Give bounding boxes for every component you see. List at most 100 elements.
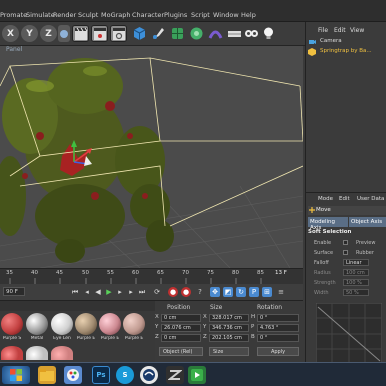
material-label: Purple S — [2, 336, 22, 341]
rotation-b-field[interactable]: 0 ° — [257, 334, 299, 342]
previous-key-button[interactable]: ◂ — [82, 287, 92, 297]
material-label: Metal — [30, 336, 44, 341]
cube-icon[interactable] — [131, 25, 148, 42]
material-swatch[interactable] — [26, 313, 48, 335]
cloner-icon[interactable] — [188, 25, 205, 42]
position-x-field[interactable]: 0 cm — [161, 314, 201, 322]
width-field[interactable]: 50 % — [343, 289, 369, 296]
timeline-menu-icon[interactable]: ≡ — [276, 287, 286, 297]
go-to-start-button[interactable]: ⏮ — [70, 287, 80, 297]
radius-field[interactable]: 100 cm — [343, 269, 369, 276]
position-z-field[interactable]: 0 cm — [161, 334, 201, 342]
current-frame-field[interactable]: 90 F — [3, 287, 25, 296]
material-swatch[interactable] — [26, 346, 48, 360]
menu-item[interactable]: Script — [191, 11, 210, 19]
menu-item[interactable]: Render — [53, 11, 76, 19]
menu-item[interactable]: Simulate — [26, 11, 55, 19]
object-row-springtrap[interactable]: Springtrap by Ba... — [308, 48, 386, 58]
pen-icon[interactable] — [150, 25, 167, 42]
attr-menu-user-data[interactable]: User Data — [357, 196, 384, 202]
play-button[interactable]: ▶ — [104, 287, 114, 297]
step-back-button[interactable]: ◀ — [93, 287, 103, 297]
menu-item[interactable]: Plugins — [164, 11, 187, 19]
clapboard-edit-icon[interactable] — [91, 25, 108, 42]
zbrush-icon[interactable] — [166, 366, 184, 384]
position-y-field[interactable]: 26.076 cm — [161, 324, 201, 332]
light-icon[interactable] — [260, 25, 277, 42]
move-tool-header: Move — [308, 206, 386, 215]
tab-object-axis[interactable]: Object Axis — [349, 217, 386, 227]
position-key-icon[interactable]: ✥ — [210, 287, 220, 297]
menu-item[interactable]: Promate — [0, 11, 27, 19]
deformer-icon[interactable] — [207, 25, 224, 42]
file-explorer-icon[interactable] — [38, 366, 56, 384]
material-swatch[interactable] — [1, 313, 23, 335]
key-selection-icon[interactable]: ? — [195, 287, 205, 297]
rotation-key-icon[interactable]: ↻ — [236, 287, 246, 297]
rotation-p-field[interactable]: 4.763 ° — [257, 324, 299, 332]
coordinate-mode-dropdown[interactable]: Object (Rel) — [159, 347, 203, 356]
material-manager: Purple S Metal Eye Len Purple E Purple E… — [0, 300, 155, 362]
scale-key-icon[interactable]: ◩ — [223, 287, 233, 297]
subdivision-icon[interactable] — [169, 25, 186, 42]
tab-modeling-axis[interactable]: Modeling Axis — [308, 217, 348, 231]
falloff-dropdown[interactable]: Linear — [343, 259, 369, 266]
material-swatch[interactable] — [75, 313, 97, 335]
material-swatch[interactable] — [1, 346, 23, 360]
surface-checkbox[interactable] — [343, 250, 348, 255]
size-x-field[interactable]: 328.017 cm — [209, 314, 249, 322]
prop-value[interactable]: Rubber — [356, 250, 374, 256]
material-swatch[interactable] — [51, 346, 73, 360]
enable-checkbox[interactable] — [343, 240, 348, 245]
material-swatch[interactable] — [99, 313, 121, 335]
size-mode-dropdown[interactable]: Size — [209, 347, 249, 356]
x-axis-toggle[interactable]: X — [2, 25, 19, 42]
3d-viewport[interactable]: Panel — [0, 46, 303, 268]
camera-icon[interactable] — [243, 25, 260, 42]
next-key-button[interactable]: ▸ — [126, 287, 136, 297]
size-y-field[interactable]: 346.736 cm — [209, 324, 249, 332]
menu-item[interactable]: Window — [213, 11, 239, 19]
viewport-panel-label[interactable]: Panel — [6, 46, 22, 53]
object-row-camera[interactable]: Camera — [308, 38, 386, 48]
apply-button[interactable]: Apply — [257, 347, 299, 356]
loop-icon[interactable]: ⟳ — [152, 287, 162, 297]
record-icon[interactable]: ● — [168, 287, 178, 297]
size-z-field[interactable]: 202.105 cm — [209, 334, 249, 342]
menu-item[interactable]: Sculpt — [78, 11, 98, 19]
timeline-ruler[interactable]: 35 40 45 50 55 60 65 70 75 80 85 13 F — [0, 268, 303, 284]
floor-icon[interactable] — [226, 25, 243, 42]
timeline-tick: 70 — [182, 270, 189, 276]
menu-item[interactable]: MoGraph — [101, 11, 131, 19]
clapboard-render-icon[interactable] — [72, 25, 89, 42]
camtasia-icon[interactable] — [188, 366, 206, 384]
coordinate-system-icon[interactable] — [58, 25, 70, 42]
start-icon[interactable] — [2, 366, 30, 384]
param-key-icon[interactable]: P — [249, 287, 259, 297]
material-swatch[interactable] — [123, 313, 145, 335]
object-menu-edit[interactable]: Edit — [334, 27, 346, 34]
rotation-h-field[interactable]: 0 ° — [257, 314, 299, 322]
go-to-end-button[interactable]: ⏭ — [137, 287, 147, 297]
z-axis-toggle[interactable]: Z — [40, 25, 57, 42]
falloff-graph[interactable] — [316, 303, 382, 365]
photoshop-icon[interactable]: Ps — [92, 366, 110, 384]
paint-icon[interactable] — [64, 366, 82, 384]
strength-field[interactable]: 100 % — [343, 279, 369, 286]
pla-key-icon[interactable]: ⊞ — [262, 287, 272, 297]
object-menu-file[interactable]: File — [318, 27, 328, 34]
y-axis-toggle[interactable]: Y — [21, 25, 38, 42]
prop-value[interactable]: Preview — [356, 240, 375, 246]
menu-item[interactable]: Character — [132, 11, 164, 19]
attr-menu-edit[interactable]: Edit — [339, 196, 350, 202]
position-header: Position — [167, 304, 191, 311]
attr-menu-mode[interactable]: Mode — [318, 196, 333, 202]
autokey-icon[interactable]: ● — [181, 287, 191, 297]
step-forward-button[interactable]: ▸ — [115, 287, 125, 297]
clapboard-settings-icon[interactable] — [110, 25, 127, 42]
skype-icon[interactable]: S — [116, 366, 134, 384]
object-menu-view[interactable]: View — [350, 27, 364, 34]
menu-item[interactable]: Help — [241, 11, 256, 19]
cinema4d-icon[interactable] — [140, 366, 158, 384]
material-swatch[interactable] — [51, 313, 73, 335]
